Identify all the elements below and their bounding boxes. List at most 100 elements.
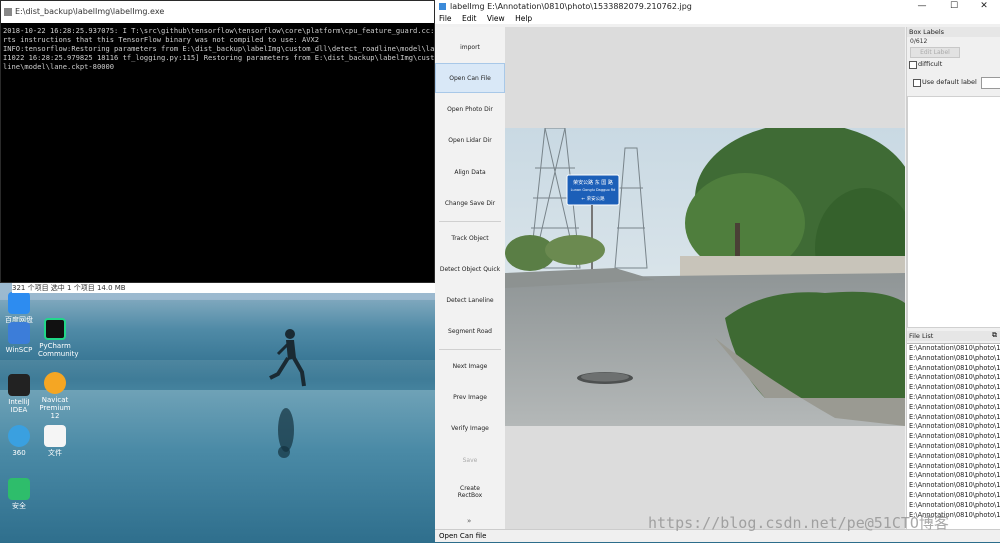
label-list[interactable] (907, 96, 1000, 328)
sign-text-3: ← 荣安公路 (581, 195, 605, 202)
file-list-item[interactable]: E:\Annotation\0810\photo\1 (907, 452, 1000, 462)
street-photo: 荣安公路 东 国 路 Lunan Gonglu Dagguo Rd ← 荣安公路 (505, 128, 905, 426)
console-line: I1022 16:28:25.979825 18116 tf_logging.p… (3, 53, 434, 62)
minimize-button[interactable]: — (908, 0, 936, 13)
file-list-title: File List (907, 331, 1000, 341)
file-list-item[interactable]: E:\Annotation\0810\photo\1 (907, 491, 1000, 501)
open-can-file-button[interactable]: Open Can File (435, 63, 505, 93)
file-list-item[interactable]: E:\Annotation\0810\photo\1 (907, 481, 1000, 491)
maximize-button[interactable]: ☐ (940, 0, 968, 13)
360-icon (8, 425, 30, 447)
segment-road-button[interactable]: Segment Road (435, 316, 505, 346)
sign-text-1: 荣安公路 东 国 路 (573, 179, 613, 186)
console-line: 2018-10-22 16:28:25.937075: I T:\src\git… (3, 26, 434, 35)
verify-image-button[interactable]: Verify Image (435, 413, 505, 443)
desktop-icon-intellij[interactable]: IntelliJ IDEA (2, 374, 36, 414)
navicat-icon (44, 372, 66, 394)
dock-float-icon[interactable]: ⧉ (992, 331, 997, 340)
watermark: https://blog.csdn.net/pe@51CTO博客 (648, 514, 949, 532)
pycharm-icon (44, 318, 66, 340)
file-list-item[interactable]: E:\Annotation\0810\photo\1 (907, 393, 1000, 403)
desktop-icon-label: 360 (12, 449, 26, 457)
file-list-item[interactable]: E:\Annotation\0810\photo\1 (907, 413, 1000, 423)
file-list-item[interactable]: E:\Annotation\0810\photo\1 (907, 501, 1000, 511)
menu-bar: File Edit View Help (435, 13, 1000, 24)
desktop-icon-360[interactable]: 360 (2, 425, 36, 457)
use-default-label-text: Use default label (922, 78, 977, 86)
runner-reflection (278, 408, 294, 458)
file-list-item[interactable]: E:\Annotation\0810\photo\1 (907, 432, 1000, 442)
file-list-item[interactable]: E:\Annotation\0810\photo\1 (907, 354, 1000, 364)
import-button[interactable]: import (435, 32, 505, 62)
file-list-item[interactable]: E:\Annotation\0810\photo\1 (907, 344, 1000, 354)
change-save-dir-button[interactable]: Change Save Dir (435, 188, 505, 218)
desktop-icon-baidu[interactable]: 百度网盘 (2, 292, 36, 324)
desktop-icon-label: 安全 (12, 502, 26, 510)
menu-help[interactable]: Help (515, 14, 532, 23)
labelimg-window[interactable]: labelImg E:\Annotation\0810\photo\153388… (435, 0, 1000, 542)
labelimg-title: labelImg E:\Annotation\0810\photo\153388… (450, 2, 692, 11)
baidu-icon (8, 292, 30, 314)
open-photo-dir-button[interactable]: Open Photo Dir (435, 94, 505, 124)
desktop-icon-pycharm[interactable]: PyCharm Community (38, 318, 79, 358)
tool-label: Align Data (454, 168, 486, 176)
file-list[interactable]: E:\Annotation\0810\photo\1 E:\Annotation\… (907, 343, 1000, 530)
file-list-item[interactable]: E:\Annotation\0810\photo\1 (907, 422, 1000, 432)
save-button[interactable]: Save (435, 445, 505, 475)
file-list-item[interactable]: E:\Annotation\0810\photo\1 (907, 471, 1000, 481)
explorer-status-text: 321 个项目 选中 1 个项目 14.0 MB (12, 284, 126, 292)
toolbar-more-icon[interactable]: » (467, 517, 471, 525)
desktop-icon-label: IntelliJ IDEA (8, 398, 30, 414)
console-titlebar[interactable]: E:\dist_backup\labelImg\labelImg.exe (1, 1, 434, 23)
file-list-item[interactable]: E:\Annotation\0810\photo\1 (907, 364, 1000, 374)
desktop-icon-label: Navicat Premium 12 (39, 396, 71, 420)
edit-label-button[interactable]: Edit Label (910, 47, 960, 58)
difficult-label: difficult (918, 60, 943, 68)
toolbar-separator (439, 221, 501, 222)
file-list-item[interactable]: E:\Annotation\0810\photo\1 (907, 403, 1000, 413)
winscp-icon (8, 322, 30, 344)
file-list-item[interactable]: E:\Annotation\0810\photo\1 (907, 442, 1000, 452)
desktop-icon-file[interactable]: 文件 (38, 425, 72, 457)
difficult-checkbox[interactable] (909, 61, 917, 69)
desktop-icon-navicat[interactable]: Navicat Premium 12 (38, 372, 72, 420)
menu-edit[interactable]: Edit (462, 14, 477, 23)
labelimg-titlebar[interactable]: labelImg E:\Annotation\0810\photo\153388… (435, 0, 1000, 13)
tool-label: Next Image (452, 362, 488, 370)
runner-silhouette (269, 329, 306, 387)
labelimg-app-icon (439, 3, 446, 10)
file-list-item[interactable]: E:\Annotation\0810\photo\1 (907, 462, 1000, 472)
tool-label: Open Can File (449, 74, 491, 82)
track-object-button[interactable]: Track Object (435, 223, 505, 253)
tool-label: Create RectBox (457, 485, 483, 499)
image-canvas[interactable]: 荣安公路 东 国 路 Lunan Gonglu Dagguo Rd ← 荣安公路 (505, 27, 905, 529)
next-image-button[interactable]: Next Image (435, 351, 505, 381)
console-window[interactable]: E:\dist_backup\labelImg\labelImg.exe 201… (0, 0, 435, 283)
desktop-icon-winscp[interactable]: WinSCP (2, 322, 36, 354)
desktop-icon-security[interactable]: 安全 (2, 478, 36, 510)
tool-label: Open Photo Dir (447, 105, 493, 113)
align-data-button[interactable]: Align Data (435, 157, 505, 187)
create-rectbox-button[interactable]: Create RectBox (435, 477, 505, 507)
file-list-item[interactable]: E:\Annotation\0810\photo\1 (907, 383, 1000, 393)
tool-label: Verify Image (451, 424, 489, 432)
menu-view[interactable]: View (487, 14, 505, 23)
console-line: rts instructions that this TensorFlow bi… (3, 35, 320, 44)
box-labels-title: Box Labels (907, 27, 1000, 37)
open-lidar-dir-button[interactable]: Open Lidar Dir (435, 125, 505, 155)
tool-label: Detect Object Quick (439, 265, 501, 273)
console-line: INFO:tensorflow:Restoring parameters fro… (3, 44, 434, 53)
console-output: 2018-10-22 16:28:25.937075: I T:\src\git… (1, 23, 434, 74)
right-dock: Box Labels 0/612 Edit Label difficult Us… (906, 27, 1000, 530)
default-label-input[interactable] (981, 77, 1000, 89)
file-list-item[interactable]: E:\Annotation\0810\photo\1 (907, 373, 1000, 383)
menu-file[interactable]: File (439, 14, 452, 23)
close-button[interactable]: ✕ (970, 0, 998, 13)
detect-laneline-button[interactable]: Detect Laneline (435, 285, 505, 315)
use-default-label-checkbox[interactable] (913, 79, 921, 87)
prev-image-button[interactable]: Prev Image (435, 382, 505, 412)
tool-label: Change Save Dir (444, 199, 496, 207)
detect-object-quick-button[interactable]: Detect Object Quick (435, 254, 505, 284)
shield-icon (8, 478, 30, 500)
console-title: E:\dist_backup\labelImg\labelImg.exe (15, 7, 165, 16)
